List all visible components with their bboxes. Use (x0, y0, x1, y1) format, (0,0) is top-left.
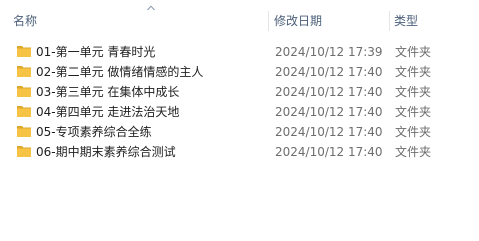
folder-icon (17, 106, 31, 117)
item-date: 2024/10/12 17:39 (275, 45, 383, 59)
item-name: 06-期中期末素养综合测试 (36, 145, 176, 159)
column-separator[interactable] (389, 11, 390, 31)
item-date: 2024/10/12 17:40 (275, 145, 383, 159)
item-date: 2024/10/12 17:40 (275, 105, 383, 119)
item-name: 03-第三单元 在集体中成长 (36, 85, 180, 99)
list-item[interactable]: 05-专项素养综合全练 2024/10/12 17:40 文件夹 (0, 122, 479, 142)
list-item[interactable]: 04-第四单元 走进法治天地 2024/10/12 17:40 文件夹 (0, 102, 479, 122)
column-header-bar: 名称 修改日期 类型 (0, 5, 479, 33)
item-type: 文件夹 (395, 85, 432, 99)
folder-icon (17, 46, 31, 57)
column-header-date[interactable]: 修改日期 (274, 9, 384, 33)
item-type: 文件夹 (395, 125, 432, 139)
item-name: 02-第二单元 做情绪情感的主人 (36, 65, 204, 79)
item-date: 2024/10/12 17:40 (275, 65, 383, 79)
item-date: 2024/10/12 17:40 (275, 85, 383, 99)
column-header-type-label: 类型 (394, 14, 419, 28)
item-name: 01-第一单元 青春时光 (36, 45, 156, 59)
folder-icon (17, 146, 31, 157)
folder-icon (17, 86, 31, 97)
folder-icon (17, 66, 31, 77)
item-type: 文件夹 (395, 145, 432, 159)
item-type: 文件夹 (395, 105, 432, 119)
list-item[interactable]: 02-第二单元 做情绪情感的主人 2024/10/12 17:40 文件夹 (0, 62, 479, 82)
column-header-date-label: 修改日期 (274, 14, 323, 28)
column-header-name-label: 名称 (13, 14, 38, 28)
file-list: 01-第一单元 青春时光 2024/10/12 17:39 文件夹 02-第二单… (0, 42, 479, 162)
column-separator[interactable] (268, 11, 269, 31)
column-header-name[interactable]: 名称 (13, 5, 267, 33)
column-header-type[interactable]: 类型 (394, 9, 454, 33)
list-item[interactable]: 03-第三单元 在集体中成长 2024/10/12 17:40 文件夹 (0, 82, 479, 102)
item-date: 2024/10/12 17:40 (275, 125, 383, 139)
sort-ascending-icon (147, 5, 155, 11)
item-type: 文件夹 (395, 65, 432, 79)
item-name: 05-专项素养综合全练 (36, 125, 152, 139)
folder-icon (17, 126, 31, 137)
item-type: 文件夹 (395, 45, 432, 59)
list-item[interactable]: 01-第一单元 青春时光 2024/10/12 17:39 文件夹 (0, 42, 479, 62)
file-explorer: 名称 修改日期 类型 01-第一单元 青春时光 2024/10/12 17:39… (0, 0, 479, 241)
list-item[interactable]: 06-期中期末素养综合测试 2024/10/12 17:40 文件夹 (0, 142, 479, 162)
item-name: 04-第四单元 走进法治天地 (36, 105, 180, 119)
